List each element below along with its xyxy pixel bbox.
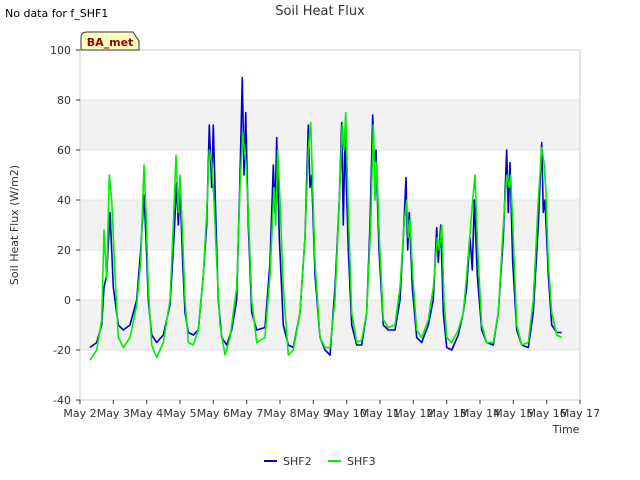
x-tick-label: May 17 (560, 407, 600, 420)
site-badge-label: BA_met (87, 36, 134, 49)
y-tick-label: 40 (57, 194, 71, 207)
x-tick-label: May 5 (163, 407, 196, 420)
legend: SHF2 SHF3 (264, 455, 376, 468)
x-tick-label: May 8 (263, 407, 296, 420)
y-axis-ticks: -40 -20 0 20 40 60 80 100 (50, 44, 80, 407)
x-tick-label: May 7 (230, 407, 263, 420)
y-tick-label: -40 (53, 394, 71, 407)
x-tick-label: May 3 (97, 407, 130, 420)
site-badge: BA_met (80, 31, 140, 51)
y-tick-label: 60 (57, 144, 71, 157)
y-tick-label: 0 (64, 294, 71, 307)
soil-heat-flux-chart: -40-20020406080100 May 2 May 3 May 4 May 5M… (8, 4, 600, 468)
chart-title: Soil Heat Flux (275, 4, 365, 19)
legend-label-shf2: SHF2 (283, 455, 312, 468)
x-axis-ticks: May 2 May 3 May 4 May 5 May 6 May 7 May 8 May 9… (63, 400, 600, 420)
grid-band (80, 100, 580, 150)
x-tick-label: May 6 (197, 407, 230, 420)
x-tick-label: May 9 (297, 407, 330, 420)
y-tick-label: -20 (53, 344, 71, 357)
x-axis-label: Time (552, 423, 580, 436)
legend-label-shf3: SHF3 (347, 455, 376, 468)
x-tick-label: May 4 (130, 407, 163, 420)
x-tick-label: May 2 (63, 407, 96, 420)
y-tick-label: 20 (57, 244, 71, 257)
y-tick-label: 100 (50, 44, 71, 57)
y-tick-label: 80 (57, 94, 71, 107)
y-axis-label: Soil Heat Flux (W/m2) (8, 165, 21, 285)
